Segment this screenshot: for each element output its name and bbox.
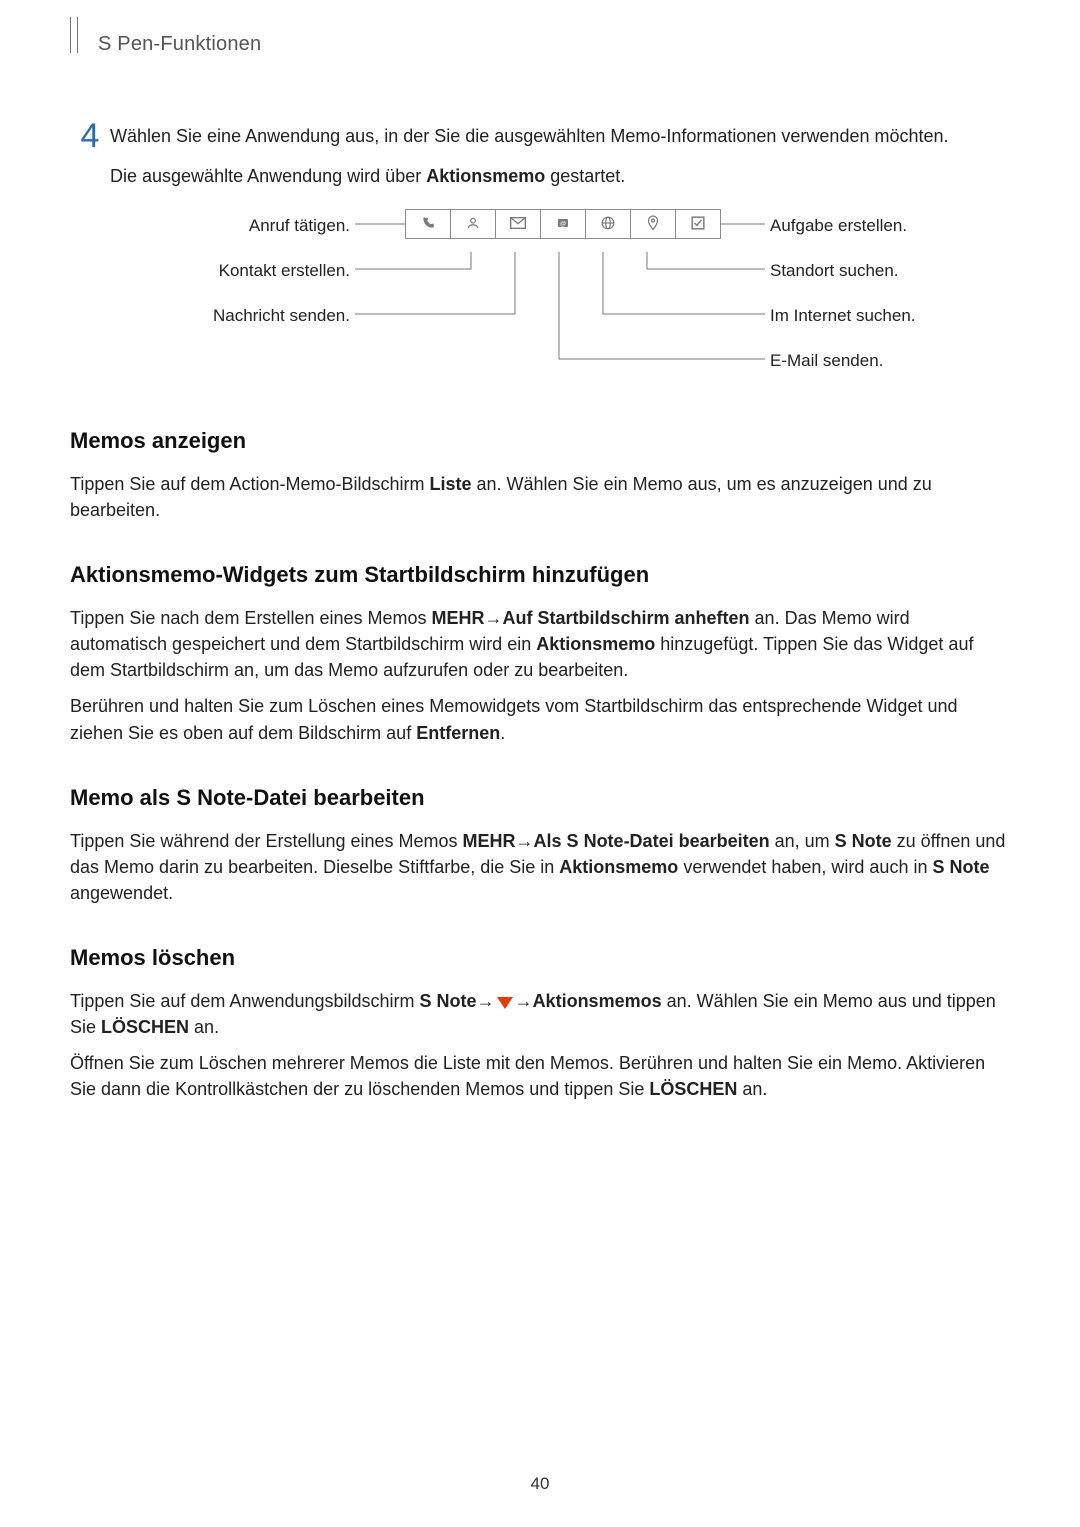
text-bold: MEHR xyxy=(432,608,485,628)
text: . xyxy=(500,723,505,743)
dropdown-icon xyxy=(497,997,513,1009)
manual-page: S Pen-Funktionen 4 Wählen Sie eine Anwen… xyxy=(0,0,1080,1527)
heading-widgets: Aktionsmemo-Widgets zum Startbildschirm … xyxy=(70,559,1010,591)
delete-p2: Öffnen Sie zum Löschen mehrerer Memos di… xyxy=(70,1050,1010,1102)
text: angewendet. xyxy=(70,883,173,903)
text: verwendet haben, wird auch in xyxy=(678,857,932,877)
label-call: Anruf tätigen. xyxy=(249,214,350,239)
arrow: → xyxy=(485,605,503,631)
step-body: Wählen Sie eine Anwendung aus, in der Si… xyxy=(110,119,1010,389)
heading-delete: Memos löschen xyxy=(70,942,1010,974)
step-para-2: Die ausgewählte Anwendung wird über Akti… xyxy=(110,163,1010,189)
text: an, um xyxy=(770,831,835,851)
heading-memos-show: Memos anzeigen xyxy=(70,425,1010,457)
text-bold: Aktionsmemo xyxy=(559,857,678,877)
text: gestartet. xyxy=(545,166,625,186)
breadcrumb: S Pen-Funktionen xyxy=(98,30,261,59)
text: Tippen Sie auf dem Action-Memo-Bildschir… xyxy=(70,474,429,494)
arrow: → xyxy=(516,828,534,854)
text-bold: S Note xyxy=(932,857,989,877)
memos-show-p1: Tippen Sie auf dem Action-Memo-Bildschir… xyxy=(70,471,1010,523)
text-bold: MEHR xyxy=(463,831,516,851)
page-header: S Pen-Funktionen xyxy=(70,30,1010,59)
text-bold: Als S Note-Datei bearbeiten xyxy=(534,831,770,851)
text: Die ausgewählte Anwendung wird über xyxy=(110,166,426,186)
label-email: E-Mail senden. xyxy=(770,349,883,374)
step-4: 4 Wählen Sie eine Anwendung aus, in der … xyxy=(70,119,1010,389)
text-bold: Auf Startbildschirm anheften xyxy=(503,608,750,628)
label-internet: Im Internet suchen. xyxy=(770,304,916,329)
widgets-p1: Tippen Sie nach dem Erstellen eines Memo… xyxy=(70,605,1010,683)
text: an. xyxy=(737,1079,767,1099)
label-contact: Kontakt erstellen. xyxy=(219,259,350,284)
page-number: 40 xyxy=(0,1472,1080,1497)
snote-p1: Tippen Sie während der Erstellung eines … xyxy=(70,828,1010,906)
text: Tippen Sie nach dem Erstellen eines Memo… xyxy=(70,608,432,628)
callout-labels: Anruf tätigen. Kontakt erstellen. Nachri… xyxy=(145,209,975,379)
text: Wählen Sie eine Anwendung aus, in der Si… xyxy=(110,126,949,146)
text: Öffnen Sie zum Löschen mehrerer Memos di… xyxy=(70,1053,985,1099)
label-task: Aufgabe erstellen. xyxy=(770,214,907,239)
label-location: Standort suchen. xyxy=(770,259,899,284)
text-bold: Aktionsmemo xyxy=(426,166,545,186)
label-message: Nachricht senden. xyxy=(213,304,350,329)
text: an. xyxy=(189,1017,219,1037)
text: Berühren und halten Sie zum Löschen eine… xyxy=(70,696,957,742)
arrow: → xyxy=(515,988,533,1014)
text-bold: Liste xyxy=(429,474,471,494)
text-bold: Aktionsmemos xyxy=(533,991,662,1011)
step-number: 4 xyxy=(70,119,110,389)
widgets-p2: Berühren und halten Sie zum Löschen eine… xyxy=(70,693,1010,745)
text-bold: Aktionsmemo xyxy=(536,634,655,654)
arrow: → xyxy=(477,988,495,1014)
step-para-1: Wählen Sie eine Anwendung aus, in der Si… xyxy=(110,123,1010,149)
text-bold: LÖSCHEN xyxy=(649,1079,737,1099)
text-bold: S Note xyxy=(835,831,892,851)
delete-p1: Tippen Sie auf dem Anwendungsbildschirm … xyxy=(70,988,1010,1040)
text: Tippen Sie während der Erstellung eines … xyxy=(70,831,463,851)
text-bold: Entfernen xyxy=(416,723,500,743)
header-decoration xyxy=(70,17,78,53)
text-bold: S Note xyxy=(420,991,477,1011)
action-memo-diagram: @ Anruf tätigen. Kontakt erstellen. xyxy=(145,209,975,379)
text-bold: LÖSCHEN xyxy=(101,1017,189,1037)
text: Tippen Sie auf dem Anwendungsbildschirm xyxy=(70,991,420,1011)
heading-snote: Memo als S Note-Datei bearbeiten xyxy=(70,782,1010,814)
